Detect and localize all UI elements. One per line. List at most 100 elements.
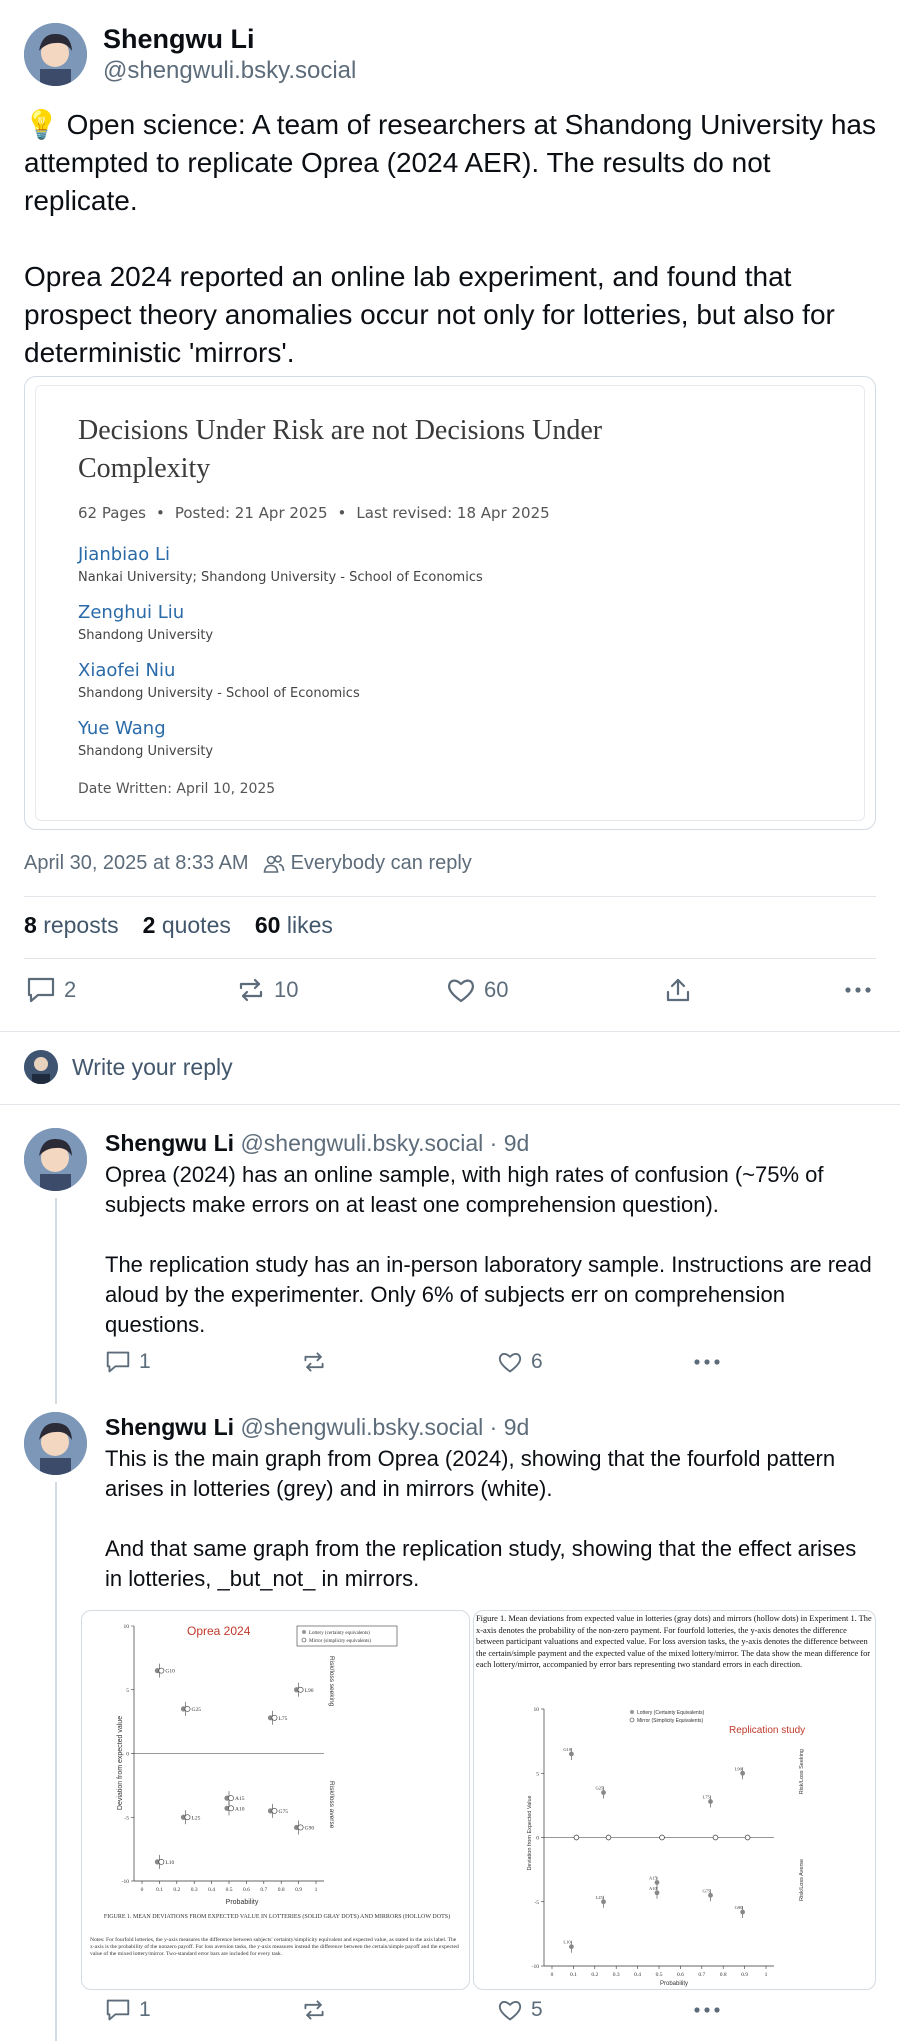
- reply-button[interactable]: 1: [105, 1998, 301, 2022]
- mirror-point: [297, 1824, 304, 1831]
- point-label: L75: [279, 1716, 288, 1722]
- share-button[interactable]: [664, 976, 844, 1004]
- x-tick-label: 1: [765, 1972, 768, 1978]
- risk-averse-label: Risk/loss averse: [328, 1781, 335, 1829]
- point-label: G25: [596, 1786, 604, 1791]
- lottery-point: [601, 1790, 606, 1795]
- image-oprea-figure[interactable]: Oprea 2024 Lottery (certainty equivalent…: [81, 1610, 470, 1990]
- lottery-point: [740, 1909, 745, 1915]
- x-tick-label: 0.8: [720, 1972, 727, 1978]
- likes-stat[interactable]: 60 likes: [255, 912, 333, 939]
- repost-button[interactable]: 10: [236, 976, 446, 1004]
- reply-text: This is the main graph from Oprea (2024)…: [105, 1446, 857, 1591]
- y-tick-label: 0: [126, 1752, 129, 1758]
- divider: [24, 958, 876, 959]
- y-tick-label: 0: [536, 1836, 539, 1842]
- paper-author: Yue Wang Shandong University: [78, 718, 822, 759]
- x-tick-label: 0.7: [698, 1972, 705, 1978]
- post-timestamp-row: April 30, 2025 at 8:33 AM Everybody can …: [24, 852, 472, 875]
- mirror-point: [158, 1858, 165, 1865]
- repost-button[interactable]: [301, 1350, 497, 1374]
- x-tick-label: 0.9: [741, 1972, 748, 1978]
- paper-author-name[interactable]: Zenghui Liu: [78, 602, 822, 623]
- x-tick-label: 0.2: [173, 1887, 180, 1893]
- right-points: G10 G25 L75 L90 L25 L10 A10 A15 G75 G90: [563, 1747, 751, 1953]
- figure-caption: Figure 1. Mean Deviations from Expected …: [103, 1914, 451, 1920]
- point-label: G10: [563, 1747, 571, 1752]
- like-button[interactable]: 60: [446, 976, 664, 1004]
- risk-seeking-label: Risk/loss seeking: [328, 1656, 335, 1707]
- paper-author-name[interactable]: Jianbiao Li: [78, 544, 822, 565]
- mirror-point: [297, 1686, 304, 1693]
- divider: [24, 896, 876, 897]
- heart-icon: [498, 1353, 522, 1373]
- x-axis-label: Probability: [660, 1981, 688, 1987]
- x-tick-label: 0.9: [295, 1887, 302, 1893]
- avatar: [24, 1050, 58, 1084]
- lottery-point: [569, 1751, 574, 1757]
- x-tick-label: 0.3: [191, 1887, 198, 1893]
- x-tick-label: 0.8: [278, 1887, 285, 1893]
- comment-icon: [27, 977, 55, 1003]
- lottery-point: [654, 1890, 660, 1896]
- post-actions: 2 10 60: [26, 976, 872, 1004]
- share-icon: [666, 978, 690, 1002]
- more-options-button[interactable]: [844, 985, 872, 995]
- legend-marker-mirror: [629, 1717, 635, 1723]
- reply-button[interactable]: 2: [26, 976, 236, 1004]
- author-handle[interactable]: @shengwuli.bsky.social: [103, 56, 356, 86]
- reply-post: Shengwu Li @shengwuli.bsky.social · 9d O…: [24, 1128, 876, 1390]
- reposts-stat[interactable]: 8 reposts: [24, 912, 119, 939]
- paper-revised: Last revised: 18 Apr 2025: [356, 504, 550, 522]
- y-tick-label: 5: [126, 1688, 129, 1694]
- avatar[interactable]: [24, 1412, 87, 1475]
- mirror-point: [271, 1807, 278, 1814]
- more-icon: [845, 987, 871, 993]
- lottery-point: [654, 1880, 660, 1885]
- point-label: G90: [735, 1905, 743, 1910]
- post-timestamp[interactable]: April 30, 2025 at 8:33 AM: [24, 852, 249, 875]
- y-tick-label: 5: [536, 1771, 539, 1777]
- more-options-button[interactable]: [693, 2005, 721, 2015]
- like-button[interactable]: 5: [497, 1998, 693, 2022]
- reply-author-name[interactable]: Shengwu Li: [105, 1414, 234, 1440]
- more-icon: [694, 1359, 720, 1365]
- x-tick-label: 0.4: [208, 1887, 215, 1893]
- repost-icon: [239, 978, 263, 1002]
- point-label: G75: [703, 1888, 711, 1893]
- reply-handle-time[interactable]: @shengwuli.bsky.social · 9d: [240, 1414, 529, 1440]
- point-label: L10: [165, 1860, 174, 1866]
- point-label: A15: [649, 1875, 657, 1880]
- quotes-stat[interactable]: 2 quotes: [143, 912, 231, 939]
- paper-author-name[interactable]: Xiaofei Niu: [78, 660, 822, 681]
- reply-setting[interactable]: Everybody can reply: [263, 852, 472, 875]
- image-replication-figure[interactable]: Figure 1. Mean deviations from expected …: [473, 1610, 876, 1990]
- avatar[interactable]: [24, 22, 87, 86]
- point-label: G25: [192, 1707, 202, 1713]
- figure-notes: Notes: For fourfold lotteries, the y-axi…: [90, 1937, 459, 1957]
- reply-composer[interactable]: Write your reply: [24, 1050, 233, 1084]
- avatar[interactable]: [24, 1128, 87, 1191]
- post-text: 💡 Open science: A team of researchers at…: [24, 109, 876, 368]
- author-name[interactable]: Shengwu Li: [103, 22, 356, 56]
- paper-author-name[interactable]: Yue Wang: [78, 718, 822, 739]
- more-options-button[interactable]: [693, 1357, 721, 1367]
- reply-handle-time[interactable]: @shengwuli.bsky.social · 9d: [240, 1130, 529, 1156]
- lottery-point: [708, 1799, 713, 1804]
- repost-button[interactable]: [301, 1998, 497, 2022]
- point-label: A10: [649, 1886, 657, 1891]
- divider: [0, 1031, 900, 1032]
- paper-author: Zenghui Liu Shandong University: [78, 602, 822, 643]
- embedded-link-card[interactable]: Decisions Under Risk are not Decisions U…: [24, 376, 876, 830]
- reply-actions: 1 5: [105, 1998, 721, 2022]
- like-button[interactable]: 6: [497, 1350, 693, 1374]
- reply-button[interactable]: 1: [105, 1350, 301, 1374]
- reply-author-name[interactable]: Shengwu Li: [105, 1130, 234, 1156]
- reply-setting-label: Everybody can reply: [290, 852, 472, 874]
- reply-placeholder: Write your reply: [72, 1053, 233, 1080]
- mirror-point: [271, 1714, 278, 1721]
- mirror-point: [184, 1705, 191, 1712]
- heart-icon: [498, 2001, 522, 2021]
- mirror-point: [184, 1814, 191, 1821]
- divider: [0, 1104, 900, 1105]
